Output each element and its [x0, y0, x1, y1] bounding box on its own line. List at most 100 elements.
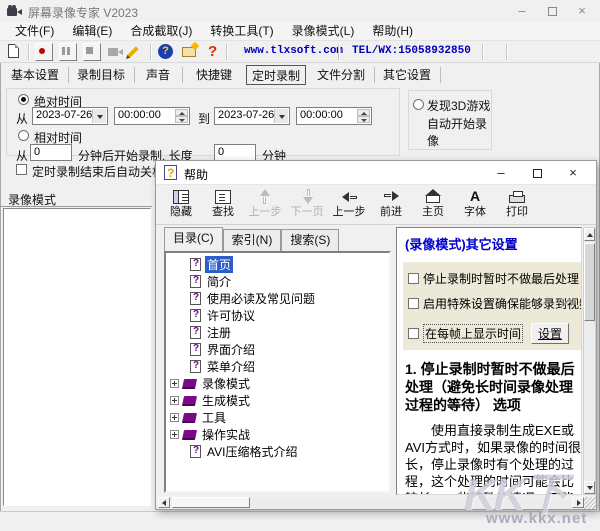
menu-help[interactable]: 帮助(H): [363, 22, 422, 41]
tab-hotkeys[interactable]: 快捷键: [190, 65, 238, 85]
relative-from-input[interactable]: 0: [30, 144, 72, 161]
right-arrow-icon: [384, 188, 399, 205]
resize-grip[interactable]: [584, 497, 596, 509]
tab-record-target[interactable]: 录制目标: [72, 65, 130, 85]
tab-search[interactable]: 搜索(S): [281, 229, 339, 251]
tree-item[interactable]: 注册: [168, 324, 389, 341]
tree-item[interactable]: 录像模式: [168, 375, 389, 392]
spinner-buttons[interactable]: [175, 109, 188, 123]
spinner-buttons[interactable]: [357, 109, 370, 123]
scroll-right-icon[interactable]: [572, 497, 584, 508]
main-maximize-button[interactable]: [538, 0, 566, 22]
phone-text: TEL/WX:15058932850: [352, 45, 471, 57]
vertical-scroll-thumb[interactable]: [584, 243, 595, 321]
web-help-icon[interactable]: ?: [156, 43, 176, 61]
time-to-spinner[interactable]: 00:00:00: [296, 107, 372, 125]
expand-plus-icon[interactable]: [170, 396, 179, 405]
menu-record-mode[interactable]: 录像模式(L): [283, 22, 364, 41]
relative-from-label: 从: [16, 147, 28, 164]
tab-sound[interactable]: 声音: [138, 65, 178, 85]
menu-file[interactable]: 文件(F): [6, 22, 63, 41]
content-vertical-scrollbar[interactable]: [583, 227, 596, 495]
expand-plus-icon[interactable]: [170, 379, 179, 388]
tab-basic-settings[interactable]: 基本设置: [6, 65, 64, 85]
print-button[interactable]: 打印: [496, 187, 538, 223]
shutdown-checkbox[interactable]: [16, 164, 27, 175]
scroll-left-icon[interactable]: [158, 497, 170, 508]
menu-convert-tools[interactable]: 转换工具(T): [201, 22, 282, 41]
main-titlebar: 屏幕录像专家 V2023 – ×: [0, 0, 600, 22]
record-mode-listbox[interactable]: [3, 208, 151, 506]
main-minimize-button[interactable]: –: [508, 0, 536, 22]
game3d-radio[interactable]: [413, 99, 424, 110]
help-dialog-title: 帮助: [184, 166, 208, 183]
left-arrow-icon: [342, 188, 357, 205]
locate-button[interactable]: 查找: [202, 187, 244, 223]
hide-button[interactable]: 隐藏: [160, 187, 202, 223]
help-topic-icon: [190, 292, 201, 305]
game3d-label-line1: 发现3D游戏: [427, 97, 490, 114]
tree-item[interactable]: 工具: [168, 409, 389, 426]
date-to-combobox[interactable]: 2023-07-26: [214, 107, 290, 125]
horizontal-scrollbar[interactable]: [158, 497, 584, 509]
tab-contents[interactable]: 目录(C): [164, 227, 223, 251]
help-question-icon[interactable]: ?: [204, 43, 224, 61]
register-icon[interactable]: [180, 43, 200, 61]
tab-other-settings[interactable]: 其它设置: [378, 65, 436, 85]
dropdown-arrow-icon[interactable]: [274, 109, 288, 123]
pen-icon[interactable]: [128, 43, 148, 61]
toolbar-separator: [482, 44, 483, 60]
record-icon[interactable]: [34, 43, 54, 61]
help-topic-icon: [190, 445, 201, 458]
tab-timed-recording[interactable]: 定时录制: [246, 65, 306, 85]
tree-item[interactable]: AVI压缩格式介绍: [168, 443, 389, 460]
forward-button[interactable]: 前进: [370, 187, 412, 223]
absolute-time-radio[interactable]: [18, 94, 29, 105]
toolbar-separator: [226, 44, 227, 60]
next-page-button: 下一页: [286, 187, 328, 223]
help-content-pane[interactable]: (录像模式)其它设置 停止录制时暂时不做最后处理 (避免长时 启用特殊设置确保能…: [396, 227, 582, 495]
expand-plus-icon[interactable]: [170, 430, 179, 439]
camera-icon: [106, 43, 126, 61]
help-topic-icon: [190, 360, 201, 373]
time-from-spinner[interactable]: 00:00:00: [114, 107, 190, 125]
tree-item[interactable]: 简介: [168, 273, 389, 290]
game3d-groupbox: 发现3D游戏 自动开始录像: [408, 90, 492, 150]
tree-item[interactable]: 许可协议: [168, 307, 389, 324]
help-close-button[interactable]: ×: [558, 162, 588, 183]
tree-item[interactable]: 操作实战: [168, 426, 389, 443]
body-paragraph: 使用直接录制生成EXE或AVI方式时，如果录像的时间很长，停止录像时有个处理的过…: [405, 422, 581, 495]
dropdown-arrow-icon[interactable]: [92, 109, 106, 123]
scroll-up-icon[interactable]: [584, 228, 595, 241]
tree-item[interactable]: 生成模式: [168, 392, 389, 409]
tab-index[interactable]: 索引(N): [223, 229, 282, 251]
home-icon: [426, 188, 440, 205]
tab-file-split[interactable]: 文件分割: [312, 65, 370, 85]
new-file-icon[interactable]: [4, 43, 24, 61]
expand-plus-icon[interactable]: [170, 413, 179, 422]
horizontal-scroll-thumb[interactable]: [172, 497, 250, 508]
tree-item[interactable]: 首页: [168, 256, 389, 273]
help-maximize-button[interactable]: [522, 162, 552, 183]
date-from-combobox[interactable]: 2023-07-26: [32, 107, 108, 125]
down-arrow-icon: [300, 188, 315, 205]
website-link[interactable]: www.tlxsoft.com: [244, 45, 343, 57]
help-dialog: 帮助 – × 隐藏 查找 上一步 下一页 上: [155, 160, 597, 510]
menu-edit[interactable]: 编辑(E): [63, 22, 121, 41]
tree-item[interactable]: 界面介绍: [168, 341, 389, 358]
tree-item[interactable]: 菜单介绍: [168, 358, 389, 375]
tree-item[interactable]: 使用必读及常见问题: [168, 290, 389, 307]
relative-time-radio[interactable]: [18, 130, 29, 141]
relative-length-input[interactable]: 0: [214, 144, 256, 161]
home-button[interactable]: 主页: [412, 187, 454, 223]
main-menubar: 文件(F) 编辑(E) 合成截取(J) 转换工具(T) 录像模式(L) 帮助(H…: [0, 22, 600, 41]
help-contents-tree[interactable]: 首页 简介 使用必读及常见问题 许可协议 注册 界面介绍 菜单介绍 录像模式 生…: [164, 251, 391, 493]
menu-capture[interactable]: 合成截取(J): [121, 22, 201, 41]
help-dialog-icon: [164, 165, 177, 180]
help-toolbar: 隐藏 查找 上一步 下一页 上一步 前进: [156, 185, 596, 225]
main-close-button[interactable]: ×: [568, 0, 596, 22]
font-button[interactable]: A 字体: [454, 187, 496, 223]
help-minimize-button[interactable]: –: [486, 162, 516, 183]
back-button[interactable]: 上一步: [328, 187, 370, 223]
scroll-down-icon[interactable]: [584, 481, 595, 494]
